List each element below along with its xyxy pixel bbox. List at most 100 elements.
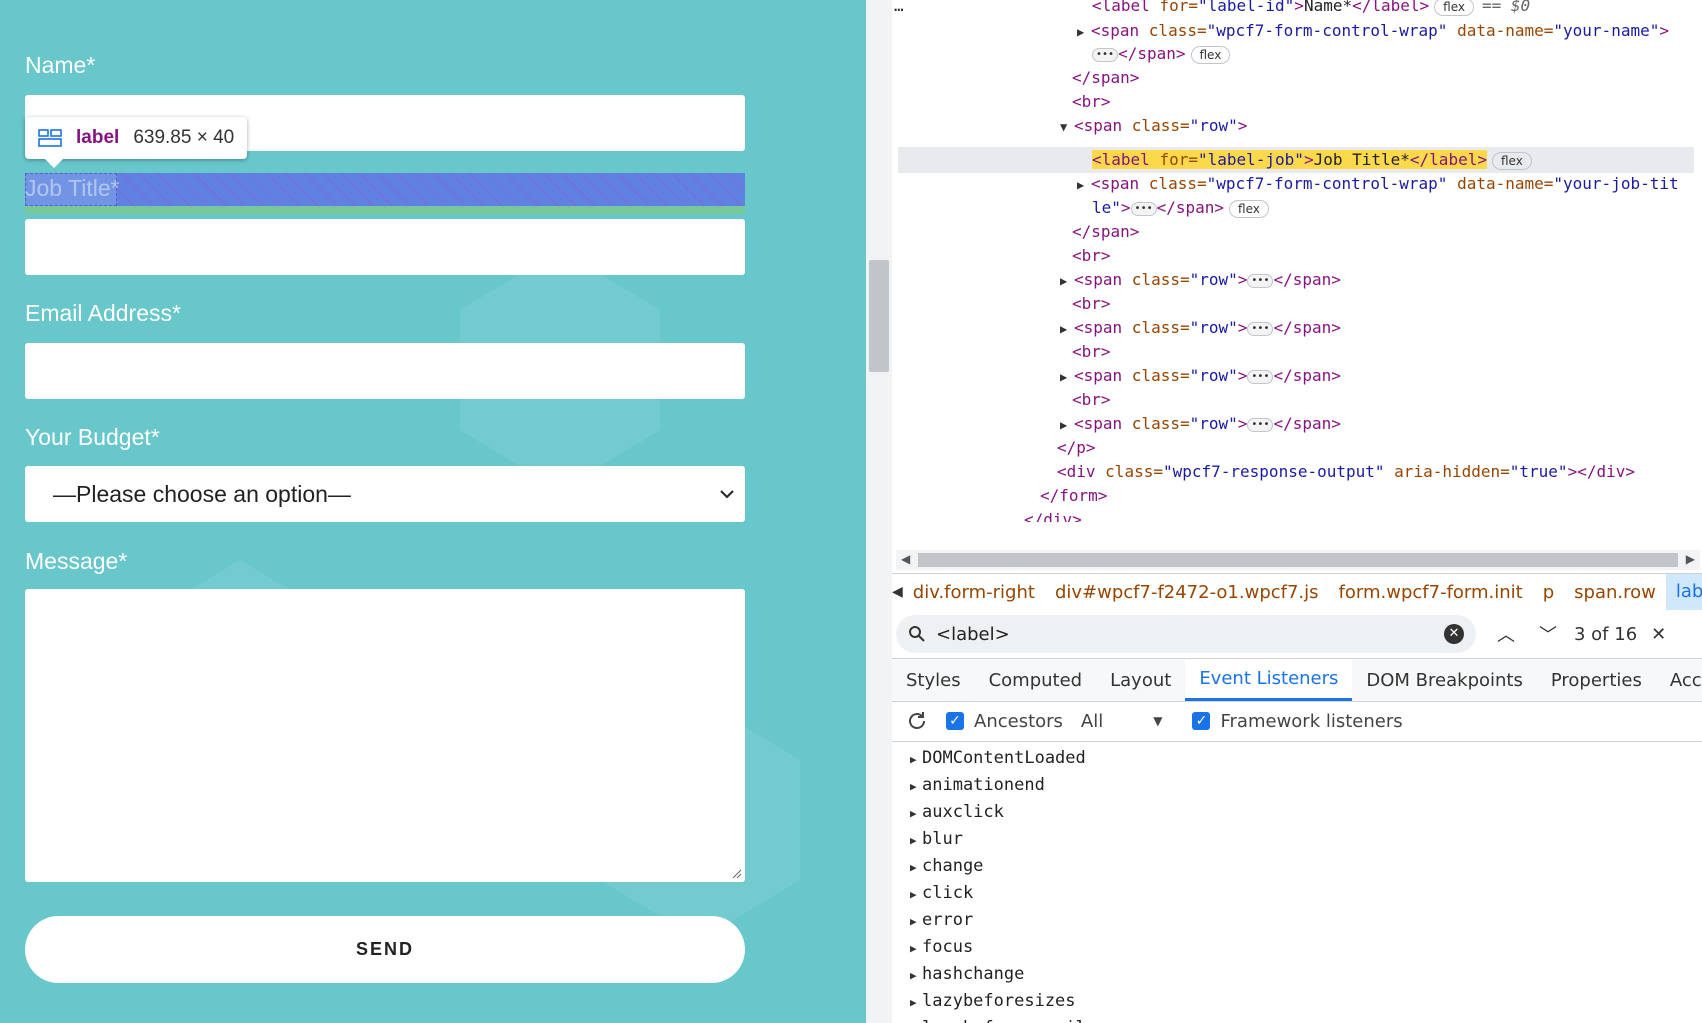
expand-triangle-icon[interactable]: ▶ (910, 881, 922, 908)
dom-line-form-close[interactable]: </form> (1040, 484, 1107, 508)
breadcrumb-back-icon[interactable]: ◀ (892, 584, 903, 600)
budget-select[interactable]: —Please choose an option— (25, 466, 745, 522)
expand-triangle-icon[interactable]: ▶ (910, 827, 922, 854)
tab-properties[interactable]: Properties (1537, 659, 1656, 701)
dom-line-br[interactable]: <br> (1072, 292, 1111, 316)
breadcrumb-item-active[interactable]: label (1665, 574, 1702, 610)
scroll-left-icon[interactable]: ◀ (901, 552, 910, 566)
job-title-input[interactable] (25, 219, 745, 275)
dom-line-span-row-open[interactable]: ▼ <span class="row"> (1060, 114, 1247, 138)
ellipsis-icon[interactable]: ••• (1247, 369, 1274, 384)
flex-badge[interactable]: flex (1491, 151, 1532, 170)
tab-event-listeners[interactable]: Event Listeners (1185, 659, 1353, 701)
tab-computed[interactable]: Computed (975, 659, 1097, 701)
expand-triangle-icon[interactable]: ▶ (910, 773, 922, 800)
page-scrollbar-thumb[interactable] (869, 260, 889, 372)
listener-filter-select[interactable]: All (1081, 711, 1103, 732)
email-input[interactable] (25, 343, 745, 399)
ellipsis-icon[interactable]: ••• (1247, 417, 1274, 432)
more-options-icon[interactable]: … (894, 0, 904, 18)
filter-dropdown-icon[interactable]: ▼ (1153, 714, 1162, 728)
ellipsis-icon[interactable]: ••• (1247, 321, 1274, 336)
ancestors-checkbox[interactable]: ✓ (946, 712, 964, 730)
dom-line-span-wrap-name[interactable]: ▶ <span class="wpcf7-form-control-wrap" d… (1077, 19, 1669, 43)
dom-line-br[interactable]: <br> (1072, 244, 1111, 268)
clear-search-icon[interactable]: ✕ (1444, 624, 1464, 644)
breadcrumb-item[interactable]: p (1533, 582, 1564, 603)
breadcrumb-item[interactable]: div.form-right (903, 582, 1045, 603)
expand-triangle-icon[interactable]: ▶ (910, 746, 922, 773)
tab-dom-breakpoints[interactable]: DOM Breakpoints (1352, 659, 1536, 701)
close-search-icon[interactable]: ✕ (1651, 624, 1666, 645)
expand-triangle-icon[interactable]: ▶ (910, 854, 922, 881)
dom-line-span-row[interactable]: ▶ <span class="row"> ••• </span> (1060, 316, 1341, 340)
list-item[interactable]: ▶ error (910, 907, 1086, 934)
dom-line-div-close[interactable]: </div> (1024, 508, 1082, 522)
dom-line-span-row[interactable]: ▶ <span class="row"> ••• </span> (1060, 364, 1341, 388)
tab-styles[interactable]: Styles (892, 659, 975, 701)
dom-line-collapsed[interactable]: le"> ••• </span> flex (1092, 196, 1269, 220)
framework-listeners-checkbox[interactable]: ✓ (1192, 712, 1211, 730)
ellipsis-icon[interactable]: ••• (1092, 47, 1119, 62)
scroll-right-icon[interactable]: ▶ (1686, 552, 1695, 566)
flex-badge[interactable]: flex (1190, 45, 1231, 64)
flex-badge[interactable]: flex (1434, 0, 1475, 16)
expand-triangle-icon[interactable]: ▶ (1077, 20, 1091, 44)
expand-triangle-icon[interactable]: ▶ (910, 800, 922, 827)
message-textarea[interactable] (25, 589, 745, 882)
list-item[interactable]: ▶ blur (910, 826, 1086, 853)
flex-badge[interactable]: flex (1229, 199, 1269, 218)
expand-triangle-icon[interactable]: ▶ (1060, 317, 1074, 341)
dom-line-br[interactable]: <br> (1072, 90, 1111, 114)
tab-layout[interactable]: Layout (1096, 659, 1185, 701)
list-item[interactable]: ▶lazybeforeunveil (910, 1015, 1086, 1023)
list-item[interactable]: ▶ lazybeforesizes (910, 988, 1086, 1015)
dom-search-input[interactable]: <label> (926, 624, 1444, 645)
dom-line-br[interactable]: <br> (1072, 340, 1111, 364)
next-match-icon[interactable]: ﹀ (1536, 621, 1560, 647)
dom-line-collapsed[interactable]: ••• </span> flex (1092, 42, 1231, 66)
dom-line-span-close[interactable]: </span> (1072, 66, 1139, 90)
dom-line-span-close[interactable]: </span> (1072, 220, 1139, 244)
horizontal-scrollbar-thumb[interactable] (918, 553, 1678, 567)
dom-line-span-row[interactable]: ▶ <span class="row"> ••• </span> (1060, 268, 1341, 292)
expand-triangle-icon[interactable]: ▶ (1060, 413, 1074, 437)
expand-triangle-icon[interactable]: ▶ (910, 989, 922, 1016)
dom-line-p-close[interactable]: </p> (1057, 436, 1096, 460)
expand-triangle-icon[interactable]: ▶ (910, 908, 922, 935)
expand-triangle-icon[interactable]: ▶ (910, 1016, 922, 1023)
page-scrollbar[interactable] (866, 0, 893, 1023)
dom-line-br[interactable]: <br> (1072, 388, 1111, 412)
expand-triangle-icon[interactable]: ▶ (1077, 173, 1091, 197)
expand-triangle-icon[interactable]: ▶ (1060, 269, 1074, 293)
list-item[interactable]: ▶ focus (910, 934, 1086, 961)
dom-line-job-label-selected[interactable]: <label for="label-job">Job Title*</label… (1092, 148, 1532, 172)
elements-horizontal-scrollbar[interactable]: ◀ ▶ (896, 550, 1700, 570)
dom-line-span-row[interactable]: ▶ <span class="row"> ••• </span> (1060, 412, 1341, 436)
resize-grip-icon[interactable] (732, 869, 742, 879)
ellipsis-icon[interactable]: ••• (1130, 201, 1157, 216)
elements-tree[interactable]: … <label for="label-id">Name*</label> fle… (892, 0, 1702, 550)
expand-triangle-icon[interactable]: ▶ (910, 935, 922, 962)
dom-line-response-div[interactable]: <div class="wpcf7-response-output" aria-… (1057, 460, 1635, 484)
expand-triangle-icon[interactable]: ▶ (910, 962, 922, 989)
list-item[interactable]: ▶ DOMContentLoaded (910, 745, 1086, 772)
list-item[interactable]: ▶ auxclick (910, 799, 1086, 826)
breadcrumb-item[interactable]: div#wpcf7-f2472-o1.wpcf7.js (1045, 582, 1329, 603)
list-item[interactable]: ▶ change (910, 853, 1086, 880)
list-item[interactable]: ▶ hashchange (910, 961, 1086, 988)
dom-search-field[interactable]: <label> ✕ (896, 615, 1476, 653)
tab-accessibility[interactable]: Accessibility (1656, 659, 1702, 701)
collapse-triangle-icon[interactable]: ▼ (1060, 115, 1074, 139)
expand-triangle-icon[interactable]: ▶ (1060, 365, 1074, 389)
previous-match-icon[interactable]: ︿ (1494, 621, 1518, 647)
refresh-icon[interactable] (906, 710, 928, 732)
dom-line-span-wrap-job[interactable]: ▶ <span class="wpcf7-form-control-wrap" d… (1077, 172, 1679, 196)
ellipsis-icon[interactable]: ••• (1247, 273, 1274, 288)
send-button[interactable]: SEND (25, 916, 745, 983)
list-item[interactable]: ▶ animationend (910, 772, 1086, 799)
breadcrumb-item[interactable]: form.wpcf7-form.init (1329, 582, 1533, 603)
list-item[interactable]: ▶ click (910, 880, 1086, 907)
breadcrumb-item[interactable]: span.row (1564, 582, 1666, 603)
dom-line-name-label[interactable]: <label for="label-id">Name*</label> flex =… (1092, 0, 1530, 18)
